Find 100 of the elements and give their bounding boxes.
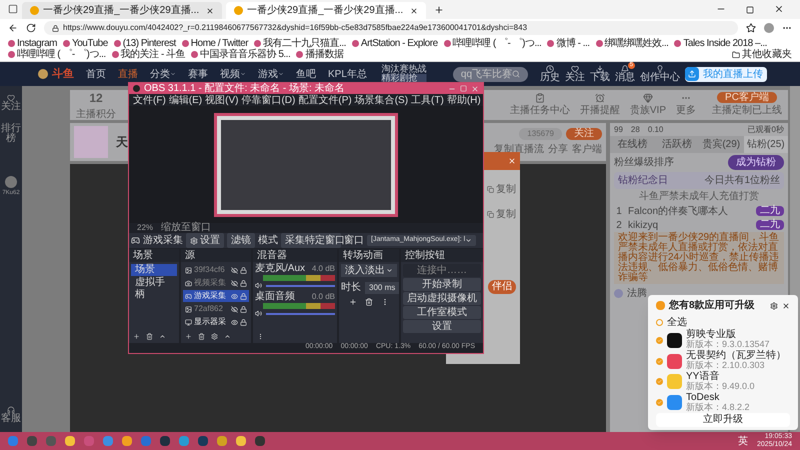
- panel-tab[interactable]: 在线榜: [610, 136, 654, 153]
- control-button[interactable]: 启动虚拟摄像机: [403, 292, 481, 305]
- select-all-checkbox[interactable]: [656, 319, 663, 326]
- address-bar[interactable]: https://www.douyu.com/4042402?_r=0.21198460677567732&dyshid=16f59bb-c5e83d7585fbae224a9e173600041701&dyshci=843: [44, 21, 738, 35]
- lock-icon[interactable]: [240, 266, 247, 274]
- sidebar-item[interactable]: 关注: [1, 94, 21, 112]
- mode-dropdown[interactable]: 采集特定窗口: [281, 233, 341, 248]
- nav-link[interactable]: 鱼吧: [296, 66, 316, 82]
- control-button[interactable]: 工作室模式: [403, 306, 481, 319]
- source-item[interactable]: 39f34cf6: [183, 264, 249, 276]
- bookmark[interactable]: (13) Pinterest: [114, 38, 176, 49]
- bookmark[interactable]: 绑嘿绑嘿姓效...: [596, 38, 668, 49]
- close-icon[interactable]: [410, 6, 418, 14]
- add-icon[interactable]: [133, 333, 140, 340]
- control-button[interactable]: 开始录制: [403, 278, 481, 291]
- close-icon[interactable]: [782, 302, 790, 310]
- delete-icon[interactable]: [146, 333, 153, 340]
- close-icon[interactable]: [774, 4, 784, 14]
- profile-icon[interactable]: [764, 23, 774, 33]
- add-icon[interactable]: [185, 333, 192, 340]
- lock-icon[interactable]: [240, 306, 247, 312]
- header-link[interactable]: 下载: [590, 65, 610, 83]
- eye-slash-icon[interactable]: [231, 306, 238, 312]
- site-logo[interactable]: 斗鱼: [38, 66, 74, 82]
- eye-icon[interactable]: [231, 292, 238, 300]
- move-up-icon[interactable]: [224, 333, 231, 340]
- app-checkbox[interactable]: [656, 336, 663, 344]
- menu-item[interactable]: 配置文件(P): [298, 92, 352, 108]
- lock-icon[interactable]: [240, 318, 247, 326]
- pc-client-button[interactable]: PC客户端: [717, 92, 777, 103]
- copy-button[interactable]: 复制: [487, 182, 516, 197]
- header-link[interactable]: 历史: [540, 65, 560, 83]
- bookmark[interactable]: 微博 - ...: [547, 38, 590, 49]
- join-fans-button[interactable]: 成为钻粉: [728, 155, 784, 170]
- nav-link[interactable]: 视频: [220, 66, 246, 82]
- bookmark[interactable]: YouTube: [62, 38, 108, 49]
- nav-link[interactable]: 赛事: [188, 66, 208, 82]
- close-icon[interactable]: [206, 6, 214, 14]
- menu-item[interactable]: 工具(T): [411, 92, 444, 108]
- nav-link[interactable]: 直播: [118, 66, 138, 82]
- sidebar-item[interactable]: 客服: [1, 406, 21, 424]
- volume-icon[interactable]: [255, 310, 262, 317]
- volume-icon[interactable]: [255, 282, 262, 289]
- promo-text[interactable]: 淘汰赛热战: [381, 65, 426, 74]
- duration-field[interactable]: 300 ms: [365, 282, 400, 294]
- bookmark[interactable]: 中国录音音乐器协 5...: [191, 49, 290, 60]
- companion-button[interactable]: 伴侣: [488, 280, 516, 294]
- copy-button[interactable]: 复制: [487, 207, 516, 222]
- nav-link[interactable]: 游戏: [258, 66, 284, 82]
- header-link[interactable]: 创作中心: [640, 65, 680, 83]
- menu-item[interactable]: 停靠窗口(D): [241, 92, 296, 108]
- source-item[interactable]: 显示器采: [183, 316, 249, 328]
- header-link[interactable]: 关注: [565, 65, 586, 83]
- panel-tab[interactable]: 钻粉(25): [744, 136, 788, 153]
- menu-item[interactable]: 视图(V): [205, 92, 238, 108]
- menu-item[interactable]: 场景集合(S): [354, 92, 408, 108]
- app-checkbox[interactable]: [656, 358, 663, 365]
- new-tab-icon[interactable]: [434, 5, 444, 15]
- source-item[interactable]: 72af862: [183, 303, 249, 315]
- lock-icon[interactable]: [240, 292, 247, 300]
- back-icon[interactable]: [8, 23, 18, 33]
- control-button[interactable]: 设置: [403, 320, 481, 333]
- menu-item[interactable]: 编辑(E): [168, 92, 202, 108]
- bookmark[interactable]: Instagram: [8, 38, 57, 49]
- nav-link[interactable]: 分类: [150, 66, 176, 82]
- eye-icon[interactable]: [231, 318, 238, 326]
- transition-dropdown[interactable]: 淡入淡出: [341, 264, 397, 277]
- reload-icon[interactable]: [26, 23, 36, 33]
- bookmark[interactable]: Tales Inside 2018 –...: [674, 38, 767, 49]
- add-icon[interactable]: [349, 298, 357, 306]
- app-checkbox[interactable]: [656, 399, 663, 406]
- lock-icon[interactable]: [240, 280, 247, 286]
- settings-icon[interactable]: [770, 302, 778, 310]
- move-up-icon[interactable]: [159, 333, 166, 340]
- bookmark[interactable]: 哔哩哔哩 ( ゜- ゜)つ...: [444, 38, 542, 49]
- menu-item[interactable]: 帮助(H): [446, 92, 481, 108]
- menu-item[interactable]: 文件(F): [133, 92, 166, 108]
- control-button[interactable]: 连接中……: [403, 264, 481, 277]
- eye-slash-icon[interactable]: [231, 266, 238, 274]
- panel-tab[interactable]: 贵宾(29): [699, 136, 744, 153]
- bookmark[interactable]: Home / Twitter: [182, 38, 248, 49]
- scene-item[interactable]: 场景: [131, 264, 177, 276]
- language-indicator[interactable]: 英: [738, 434, 748, 448]
- panel-tab[interactable]: 活跃榜: [654, 136, 699, 153]
- delete-icon[interactable]: [198, 333, 205, 340]
- more-icon[interactable]: [257, 333, 264, 340]
- browser-tab[interactable]: 一番少侠29直播_一番少侠29直播...: [226, 2, 426, 19]
- filters-button[interactable]: 滤镜: [227, 233, 255, 248]
- bookmark[interactable]: 播播数据: [296, 49, 344, 60]
- upgrade-button[interactable]: 立即升级: [656, 413, 790, 427]
- bookmark[interactable]: ArtStation - Explore: [352, 38, 438, 49]
- app-checkbox[interactable]: [656, 378, 663, 386]
- source-item[interactable]: 视频采集: [183, 277, 249, 289]
- bookmark[interactable]: 我的关注 - 斗鱼: [112, 49, 186, 60]
- favorite-icon[interactable]: [746, 23, 756, 33]
- nav-link[interactable]: 首页: [86, 66, 106, 82]
- maximize-icon[interactable]: [746, 6, 754, 14]
- browser-tab[interactable]: 一番少侠29直播_一番少侠29直播...: [22, 2, 222, 19]
- bookmark[interactable]: 我有二十九只猫直...: [254, 38, 346, 49]
- sidebar-item[interactable]: 排行榜: [1, 124, 21, 144]
